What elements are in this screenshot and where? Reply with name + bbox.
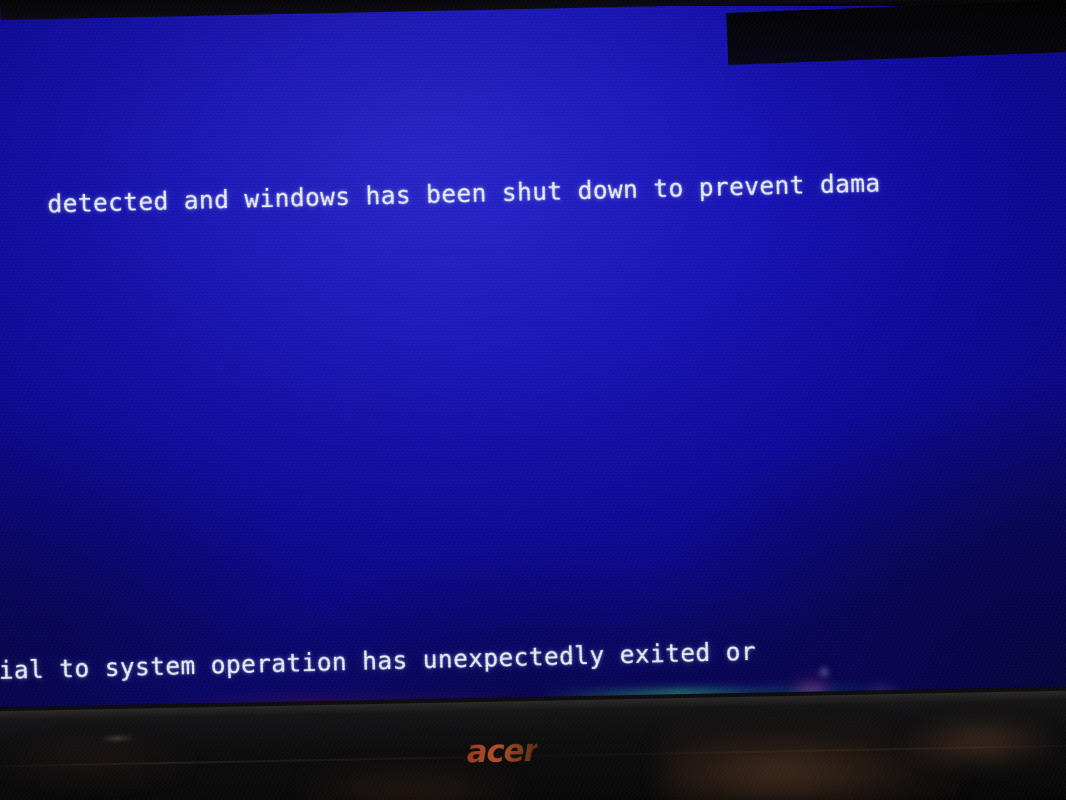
acer-brand-logo: acer bbox=[466, 732, 538, 771]
bsod-line: omputer. bbox=[0, 249, 1066, 320]
monitor-screen: detected and windows has been shut down … bbox=[0, 6, 1066, 722]
power-led-indicator bbox=[100, 734, 135, 743]
bsod-photograph: detected and windows has been shut down … bbox=[0, 0, 1066, 800]
bsod-line: or thread crucial to system operation ha… bbox=[0, 636, 757, 687]
bsod-text-block: detected and windows has been shut down … bbox=[0, 6, 1066, 722]
bsod-line: detected and windows has been shut down … bbox=[47, 168, 881, 219]
bsod-paragraph-1: detected and windows has been shut down … bbox=[0, 94, 1066, 382]
